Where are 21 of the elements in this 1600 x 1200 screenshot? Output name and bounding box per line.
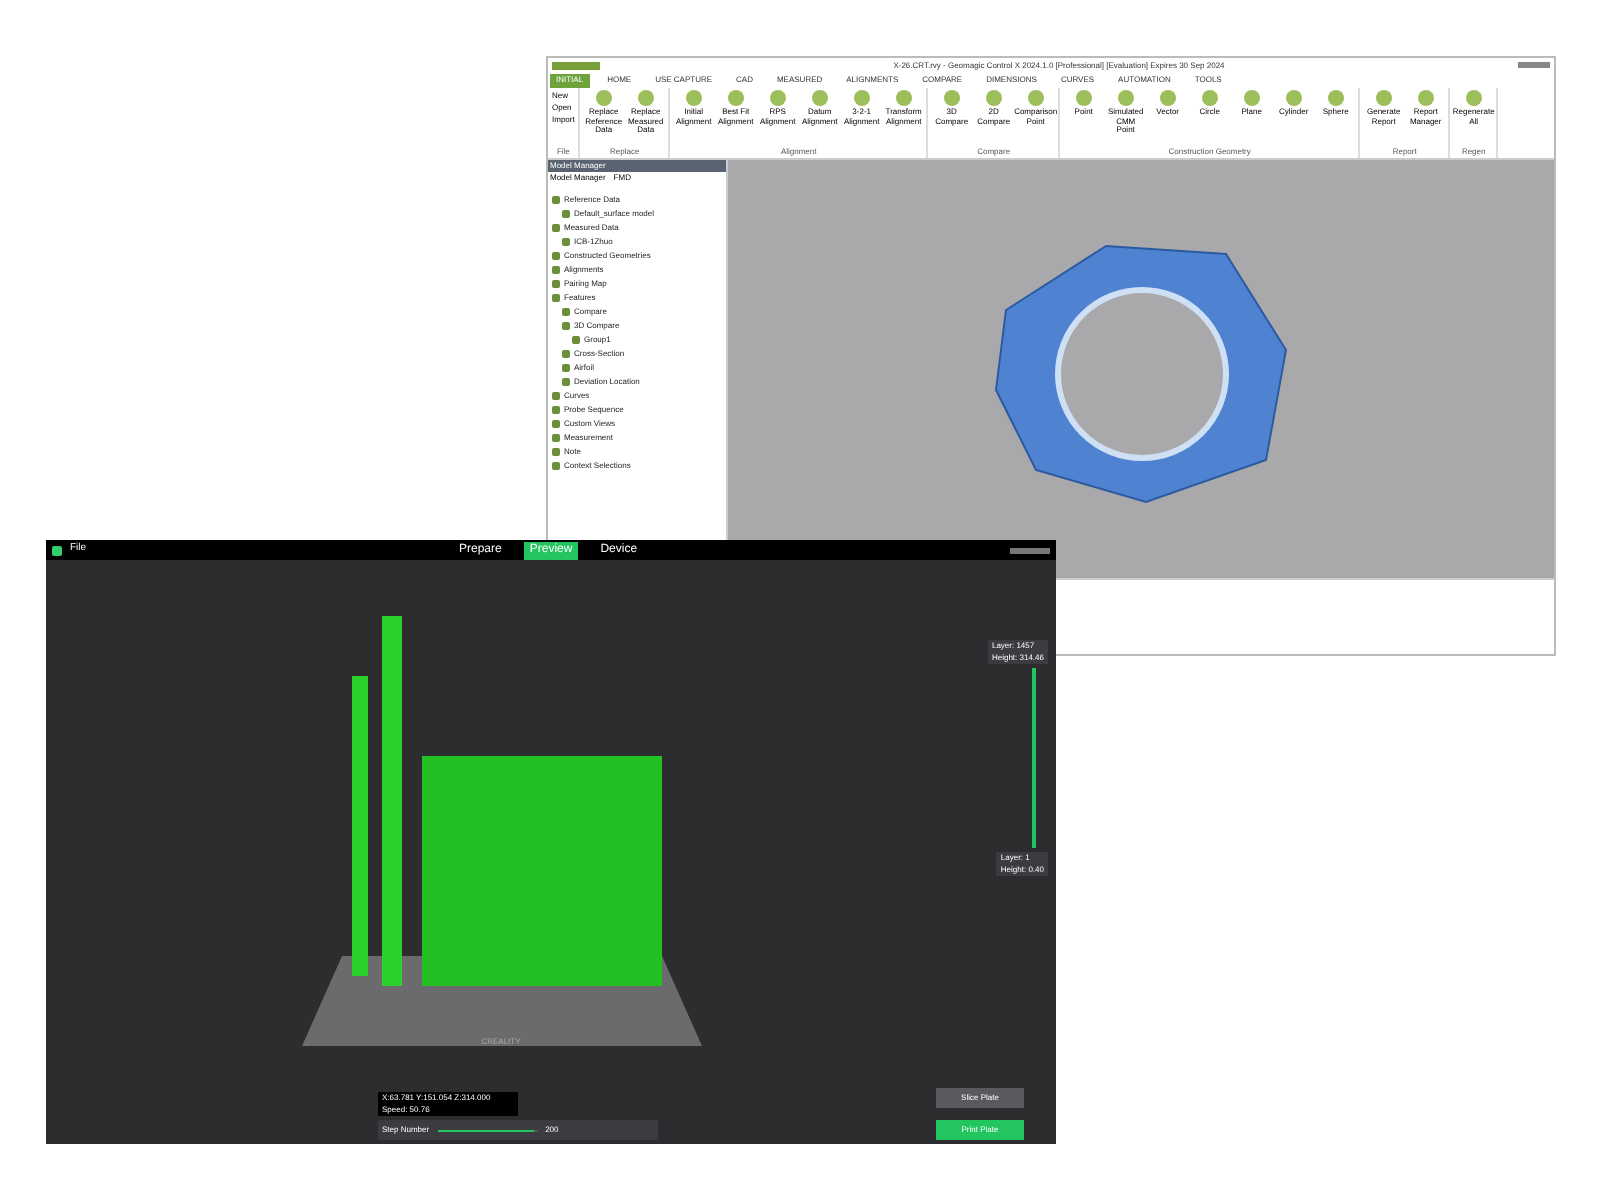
tree-node-icon — [552, 223, 560, 231]
tree-node-icon — [552, 279, 560, 287]
tree-node-icon — [552, 433, 560, 441]
tree-node-icon — [562, 349, 570, 357]
tree-node-icon — [562, 363, 570, 371]
tree-node-icon — [552, 195, 560, 203]
logo-icon — [52, 545, 62, 555]
tree-node-icon — [552, 419, 560, 427]
tree-node-icon — [562, 307, 570, 315]
tree-node-icon — [552, 391, 560, 399]
tree-node-icon — [562, 377, 570, 385]
tree-node-icon — [552, 293, 560, 301]
tree-node-icon — [552, 405, 560, 413]
tree-node-icon — [562, 321, 570, 329]
tree-node-icon — [572, 335, 580, 343]
tree-node-icon — [562, 237, 570, 245]
tree-node-icon — [552, 447, 560, 455]
tree-node-icon — [562, 209, 570, 217]
tree-node-icon — [552, 265, 560, 273]
tree-node-icon — [552, 461, 560, 469]
tree-node-icon — [552, 251, 560, 259]
